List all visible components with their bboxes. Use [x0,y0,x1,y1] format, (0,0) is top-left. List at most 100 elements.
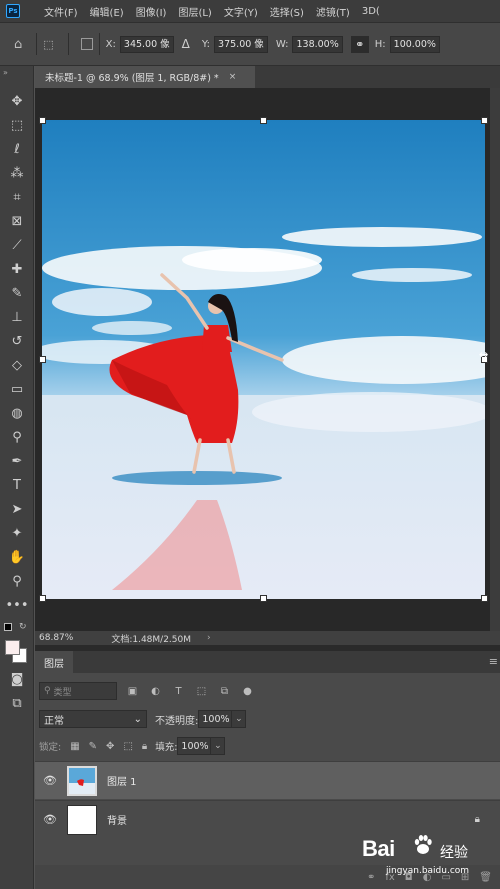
menu-filter[interactable]: 滤镜(T) [316,4,350,19]
opacity-field[interactable]: 100% [198,710,233,728]
frame-tool-icon[interactable]: ⊠ [7,212,27,230]
gradient-tool-icon[interactable]: ▭ [7,380,27,398]
tools-panel: » ✥ ⬚ ℓ ⁂ ⌗ ⊠ ⟋ ✚ ✎ ⊥ ↺ ◇ ▭ ◍ ⚲ ✒ T ➤ ✦ … [0,66,34,889]
transform-handle[interactable] [260,117,267,124]
delta-icon[interactable]: Δ [182,37,190,51]
blend-row: 正常 ⌄ 不透明度: 100% ⌄ [39,709,247,729]
layer-name[interactable]: 图层 1 [107,773,137,788]
panel-dock-strip [490,88,500,631]
blend-mode-value: 正常 [44,715,64,727]
status-menu-arrow[interactable]: › [207,633,211,643]
custom-shape-tool-icon[interactable]: ✦ [7,524,27,542]
filter-toggle-icon[interactable]: ● [240,684,255,699]
crop-tool-icon[interactable]: ⌗ [7,188,27,206]
chevron-down-icon[interactable]: ⌄ [211,737,226,755]
watermark-logo: Bai [362,836,395,861]
type-filter-icon[interactable]: T [171,684,186,699]
transform-handle[interactable] [39,117,46,124]
smart-object-filter-icon[interactable]: ⧉ [217,684,232,699]
reference-point-icon[interactable]: ⬚ [43,38,53,51]
transform-handle[interactable] [39,595,46,602]
layers-panel-header: 图层 ≡ [35,651,500,673]
menu-image[interactable]: 图像(I) [136,4,167,19]
eye-icon[interactable]: 👁︎ [35,774,65,787]
type-tool-icon[interactable]: T [7,476,27,494]
transform-handle[interactable] [260,595,267,602]
lock-icon: 🔒︎ [474,814,480,825]
pixel-filter-icon[interactable]: ▣ [125,684,140,699]
transform-handle[interactable] [481,595,488,602]
path-selection-tool-icon[interactable]: ➤ [7,500,27,518]
menu-edit[interactable]: 编辑(E) [90,4,124,19]
layer-thumbnail [67,765,97,796]
canvas-area[interactable]: ↔ [35,88,500,631]
lock-all-icon[interactable]: 🔒︎ [142,741,147,752]
height-scale-field[interactable]: 100.00% [389,35,440,53]
pen-tool-icon[interactable]: ✒ [7,452,27,470]
x-position-field[interactable]: 345.00 像 [119,35,174,53]
zoom-level[interactable]: 68.87% [39,633,73,643]
layer-row[interactable]: 👁︎ 图层 1 [35,761,500,799]
close-icon[interactable]: × [229,72,237,82]
brush-tool-icon[interactable]: ✎ [7,284,27,302]
lock-transparent-icon[interactable]: ▦ [70,741,79,752]
swap-colors-icon[interactable]: ↻ [19,622,27,632]
adjustment-filter-icon[interactable]: ◐ [148,684,163,699]
more-tools-icon[interactable]: ••• [6,596,29,614]
resize-cursor-icon: ↔ [479,348,489,361]
eye-icon[interactable]: 👁︎ [35,813,65,826]
options-divider [36,33,38,55]
eraser-tool-icon[interactable]: ◇ [7,356,27,374]
menu-3d[interactable]: 3D( [362,6,380,17]
layer-thumbnail [67,804,97,835]
magic-wand-tool-icon[interactable]: ⁂ [7,164,27,182]
screen-mode-icon[interactable]: ⧉ [7,694,27,712]
canvas-image[interactable] [42,120,485,599]
watermark-suffix: 经验 [440,845,468,861]
home-icon[interactable]: ⌂ [14,37,22,52]
menu-select[interactable]: 选择(S) [270,4,304,19]
reference-point-checkbox[interactable] [80,38,93,50]
panel-menu-icon[interactable]: ≡ [489,655,498,668]
transform-handle[interactable] [39,356,46,363]
lock-image-icon[interactable]: ✎ [89,741,97,752]
menu-type[interactable]: 文字(Y) [224,4,258,19]
blur-tool-icon[interactable]: ◍ [7,404,27,422]
quick-mask-icon[interactable]: ◙ [7,670,27,688]
lock-artboard-icon[interactable]: ⬚ [123,741,132,752]
lock-position-icon[interactable]: ✥ [106,741,114,752]
hand-tool-icon[interactable]: ✋ [7,548,27,566]
zoom-tool-icon[interactable]: ⚲ [7,572,27,590]
fill-label: 填充: [155,742,178,753]
link-icon[interactable]: ⚭ [350,35,369,53]
move-tool-icon[interactable]: ✥ [7,92,27,110]
width-label: W: [275,38,289,50]
transform-handle[interactable] [481,117,488,124]
filter-kind-select[interactable]: ⚲ 类型 [39,682,117,700]
document-tab[interactable]: 未标题-1 @ 68.9% (图层 1, RGB/8#) * × [35,66,255,88]
options-divider [98,33,100,55]
eyedropper-tool-icon[interactable]: ⟋ [7,236,27,254]
width-scale-field[interactable]: 138.00% [292,35,343,53]
tab-layers[interactable]: 图层 [35,651,73,673]
status-bar: 68.87% 文档:1.48M/2.50M › [35,631,500,645]
document-info: 文档:1.48M/2.50M [111,634,192,645]
clone-stamp-tool-icon[interactable]: ⊥ [7,308,27,326]
foreground-color-swatch[interactable] [5,640,20,655]
healing-brush-tool-icon[interactable]: ✚ [7,260,27,278]
chevron-down-icon[interactable]: ⌄ [232,710,247,728]
blend-mode-select[interactable]: 正常 ⌄ [39,710,147,728]
layer-name[interactable]: 背景 [107,812,127,827]
dodge-tool-icon[interactable]: ⚲ [7,428,27,446]
lasso-tool-icon[interactable]: ℓ [7,140,27,158]
menu-file[interactable]: 文件(F) [44,4,78,19]
fill-field[interactable]: 100% [177,737,212,755]
shape-filter-icon[interactable]: ⬚ [194,684,209,699]
document-tab-title: 未标题-1 @ 68.9% (图层 1, RGB/8#) * [45,73,219,84]
menu-layer[interactable]: 图层(L) [178,4,211,19]
marquee-tool-icon[interactable]: ⬚ [7,116,27,134]
collapse-icon[interactable]: » [3,68,8,77]
y-position-field[interactable]: 375.00 像 [214,35,268,53]
default-colors-icon[interactable] [4,623,12,631]
history-brush-tool-icon[interactable]: ↺ [7,332,27,350]
